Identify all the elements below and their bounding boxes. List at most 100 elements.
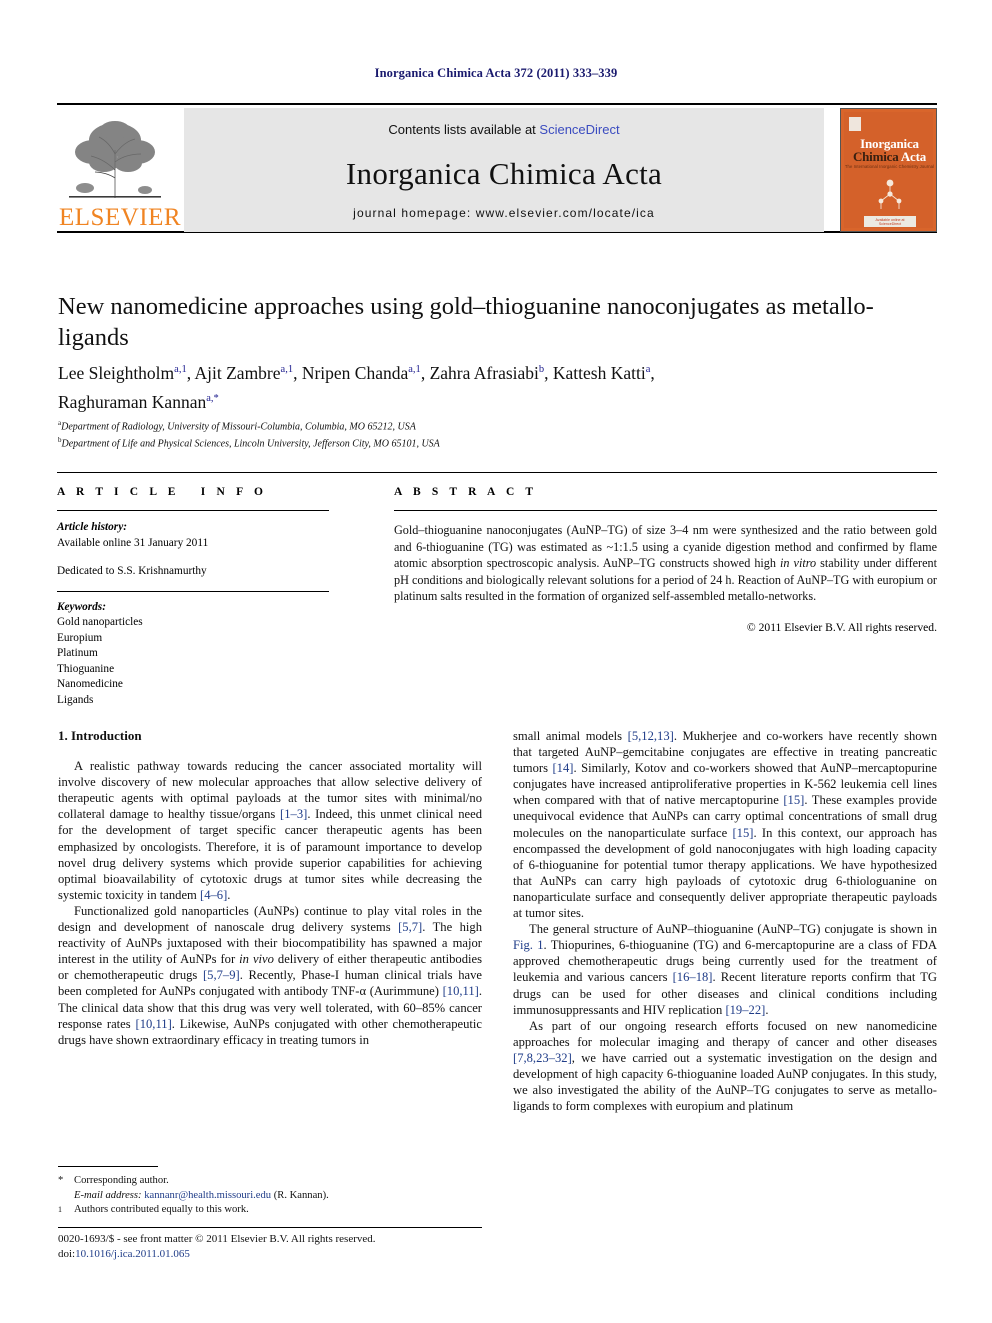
author-name: Ajit Zambre — [194, 362, 281, 383]
contents-prefix: Contents lists available at — [388, 122, 540, 137]
cover-subtitle: The International Inorganic Chemistry Jo… — [844, 164, 935, 169]
doi-link[interactable]: 10.1016/j.ica.2011.01.065 — [75, 1248, 190, 1260]
corresponding-author-name: Raghuraman Kannan — [58, 391, 207, 412]
keywords-label: Keywords: — [57, 600, 106, 613]
citation-ref[interactable]: [10,11] — [443, 984, 479, 998]
author-entry: Ajit Zambrea,1, — [195, 363, 302, 383]
keyword-item: Thioguanine — [57, 662, 115, 675]
imprint-rule — [58, 1227, 482, 1228]
author-name: Nripen Chanda — [301, 362, 409, 383]
footnote-rule — [58, 1166, 158, 1167]
author-entry: Nripen Chandaa,1, — [302, 363, 430, 383]
abstract-text: Gold–thioguanine nanoconjugates (AuNP–TG… — [394, 511, 937, 605]
info-abstract-panel: A R T I C L E I N F O Article history: A… — [57, 472, 937, 706]
cover-inner: Inorganica Chimica Acta The Internationa… — [844, 112, 935, 228]
abstract-heading: A B S T R A C T — [394, 486, 538, 498]
journal-masthead: ELSEVIER Contents lists available at Sci… — [57, 103, 937, 233]
text-run: . — [227, 887, 231, 902]
paper-page: Inorganica Chimica Acta 372 (2011) 333–3… — [0, 0, 992, 1323]
journal-cover-thumbnail: Inorganica Chimica Acta The Internationa… — [840, 108, 937, 232]
keyword-item: Nanomedicine — [57, 678, 123, 690]
author-sep: , — [544, 362, 553, 383]
text-run: small animal models — [513, 729, 628, 743]
body-paragraph: As part of our ongoing research efforts … — [513, 1018, 937, 1115]
author-affil-mark: a,1 — [280, 364, 294, 375]
author-entry: Kattesh Kattia, — [553, 363, 655, 383]
author-sep: , — [293, 362, 302, 383]
footnote-mark: * — [58, 1175, 64, 1186]
article-title: New nanomedicine approaches using gold–t… — [58, 293, 874, 351]
citation-ref[interactable]: [5,12,13] — [628, 729, 674, 743]
cover-title-chimica: Chimica — [852, 149, 899, 164]
citation-ref[interactable]: [5,7] — [398, 920, 422, 934]
cover-elsevier-mark-icon — [849, 117, 861, 131]
article-info-column: A R T I C L E I N F O Article history: A… — [57, 472, 329, 708]
doi-line: doi:10.1016/j.ica.2011.01.065 — [58, 1247, 518, 1262]
elsevier-logo: ELSEVIER — [57, 108, 182, 232]
keyword-item: Europium — [57, 631, 103, 644]
corresponding-author-mark: a,* — [206, 392, 219, 404]
citation-ref[interactable]: [7,8,23–32] — [513, 1051, 572, 1065]
keyword-item: Gold nanoparticles — [57, 616, 143, 628]
imprint-block: 0020-1693/$ - see front matter © 2011 El… — [58, 1232, 518, 1262]
citation-ref[interactable]: [14] — [552, 761, 573, 775]
citation-ref[interactable]: [5,7–9] — [203, 968, 240, 982]
elsevier-wordmark: ELSEVIER — [59, 204, 182, 231]
citation-ref[interactable]: [16–18] — [673, 970, 713, 984]
affiliation-text: Department of Life and Physical Sciences… — [61, 438, 440, 450]
citation-ref[interactable]: [1–3] — [280, 807, 307, 821]
cover-sciencedirect-badge: Available online at ScienceDirect — [864, 216, 916, 227]
body-paragraph: small animal models [5,12,13]. Mukherjee… — [513, 728, 937, 921]
footnote-text: Corresponding author. — [74, 1175, 169, 1186]
footnote-email-link[interactable]: kannanr@health.missouri.edu — [144, 1190, 271, 1201]
running-head: Inorganica Chimica Acta 372 (2011) 333–3… — [374, 66, 618, 80]
figure-ref[interactable]: Fig. 1 — [513, 938, 544, 952]
doi-label: doi: — [58, 1248, 76, 1260]
keyword-item: Ligands — [57, 693, 94, 706]
author-sep: , — [420, 362, 430, 383]
footnote-mark: 1 — [58, 1205, 62, 1215]
footnote-email-suffix: (R. Kannan). — [271, 1189, 329, 1201]
body-paragraph: A realistic pathway towards reducing the… — [58, 758, 482, 903]
affiliation-item: aDepartment of Radiology, University of … — [58, 417, 938, 434]
keyword-item: Platinum — [57, 647, 98, 659]
body-paragraph: Functionalized gold nanoparticles (AuNPs… — [58, 903, 482, 1048]
author-sep: , — [186, 362, 195, 383]
elsevier-tree-icon — [69, 121, 161, 198]
article-info-heading: A R T I C L E I N F O — [57, 486, 268, 498]
journal-homepage-link[interactable]: journal homepage: www.elsevier.com/locat… — [184, 206, 824, 220]
footnote-item: 1 Authors contributed equally to this wo… — [58, 1203, 482, 1218]
citation-ref[interactable]: [15] — [732, 826, 753, 840]
imprint-line: 0020-1693/$ - see front matter © 2011 El… — [58, 1233, 376, 1245]
author-list: Lee Sleightholma,1, Ajit Zambrea,1, Nrip… — [58, 357, 938, 415]
author-sep: , — [650, 362, 655, 383]
dedication-text: Dedicated to S.S. Krishnamurthy — [57, 565, 207, 577]
cover-title-line2: Chimica Acta — [844, 149, 935, 165]
footnote-block: * Corresponding author. E-mail address: … — [58, 1174, 482, 1218]
footnote-email-label: E-mail address: — [74, 1189, 142, 1201]
author-entry: Zahra Afrasiabib, — [430, 363, 553, 383]
sciencedirect-link[interactable]: ScienceDirect — [539, 122, 619, 137]
journal-title: Inorganica Chimica Acta — [345, 156, 663, 191]
citation-ref[interactable]: [10,11] — [136, 1017, 172, 1031]
article-history-value: Available online 31 January 2011 — [57, 536, 209, 549]
article-history-label: Article history: — [57, 521, 127, 533]
article-history-block: Article history: Available online 31 Jan… — [57, 511, 329, 580]
body-column-right: small animal models [5,12,13]. Mukherjee… — [513, 728, 937, 1114]
masthead-center-panel: Contents lists available at ScienceDirec… — [184, 108, 824, 232]
author-name: Kattesh Katti — [552, 362, 646, 383]
author-line-1: Lee Sleightholma,1, Ajit Zambrea,1, Nrip… — [58, 363, 655, 383]
text-run: . — [765, 1002, 769, 1017]
citation-ref[interactable]: [4–6] — [200, 888, 227, 902]
abstract-copyright: © 2011 Elsevier B.V. All rights reserved… — [746, 620, 937, 634]
cover-badge-text: Available online at ScienceDirect — [875, 217, 905, 226]
body-paragraph: The general structure of AuNP–thioguanin… — [513, 921, 937, 1018]
citation-ref[interactable]: [19–22] — [725, 1003, 765, 1017]
abstract-column: A B S T R A C T Gold–thioguanine nanocon… — [394, 472, 937, 634]
author-affil-mark: a,1 — [408, 364, 421, 375]
text-run: The general structure of AuNP–thioguanin… — [529, 922, 937, 937]
body-column-left: 1. Introduction A realistic pathway towa… — [58, 728, 482, 1048]
citation-ref[interactable]: [15] — [783, 793, 804, 807]
abstract-part-italic: in vitro — [780, 556, 817, 571]
contents-available-line: Contents lists available at ScienceDirec… — [184, 122, 824, 137]
